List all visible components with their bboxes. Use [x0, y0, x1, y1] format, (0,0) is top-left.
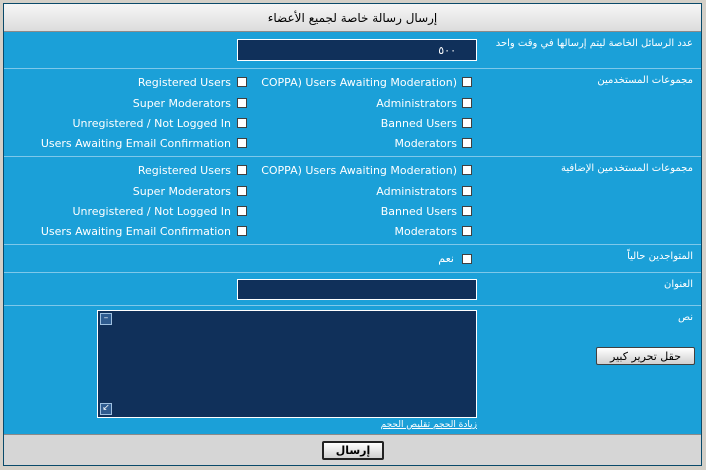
form-title: إرسال رسالة خاصة لجميع الأعضاء — [4, 4, 701, 32]
message-label: نص — [677, 312, 693, 323]
extra-group-option-banned-users: Banned Users — [380, 205, 457, 218]
extra-group-option-moderators: Moderators — [394, 225, 457, 238]
textarea-resize-handle[interactable]: ↙ — [100, 403, 112, 415]
send-pm-form: إرسال رسالة خاصة لجميع الأعضاء عدد الرسا… — [3, 3, 702, 466]
extra-group-option-coppa: COPPA) Users Awaiting Moderation) — [261, 164, 457, 177]
extra-group-checkbox-moderators[interactable] — [462, 226, 472, 236]
group-option-coppa: COPPA) Users Awaiting Moderation) — [261, 76, 457, 89]
batch-size-input[interactable] — [237, 39, 477, 61]
row-subject: العنوان — [4, 273, 701, 306]
group-checkbox-coppa[interactable] — [462, 77, 472, 87]
user-groups-label: مجموعات المستخدمين — [597, 75, 693, 86]
group-option-unregistered: Unregistered / Not Logged In — [72, 117, 231, 130]
textarea-top-handle[interactable]: – — [100, 313, 112, 325]
increase-size-link[interactable]: زيادة الحجم — [433, 420, 477, 430]
group-option-awaiting-email: Users Awaiting Email Confirmation — [40, 137, 231, 150]
row-online-now: المتواجدين حالياً نعم — [4, 245, 701, 273]
extra-group-option-super-moderators: Super Moderators — [132, 185, 231, 198]
extra-group-option-unregistered: Unregistered / Not Logged In — [72, 205, 231, 218]
group-option-banned-users: Banned Users — [380, 117, 457, 130]
online-now-option: نعم — [438, 252, 454, 265]
resize-links: زيادة الحجم تقليص الحجم — [381, 420, 477, 430]
online-now-checkbox[interactable] — [462, 254, 472, 264]
batch-size-label: عدد الرسائل الخاصة ليتم إرسالها في وقت و… — [495, 38, 693, 49]
group-checkbox-moderators[interactable] — [462, 138, 472, 148]
group-checkbox-super-moderators[interactable] — [237, 98, 247, 108]
group-checkbox-administrators[interactable] — [462, 98, 472, 108]
group-checkbox-registered-users[interactable] — [237, 77, 247, 87]
extra-group-checkbox-banned-users[interactable] — [462, 206, 472, 216]
group-option-administrators: Administrators — [376, 97, 457, 110]
group-option-super-moderators: Super Moderators — [132, 97, 231, 110]
extra-group-checkbox-coppa[interactable] — [462, 165, 472, 175]
row-message: نص – ↙ زيادة الحجم تقليص الحجم حقل تحرير… — [4, 306, 701, 434]
extra-group-checkbox-registered-users[interactable] — [237, 165, 247, 175]
extra-groups-label: مجموعات المستخدمين الإضافية — [561, 163, 693, 174]
subject-input[interactable] — [237, 279, 477, 300]
submit-button[interactable]: إرسال — [322, 441, 384, 460]
row-extra-groups: مجموعات المستخدمين الإضافية Registered U… — [4, 157, 701, 245]
group-checkbox-unregistered[interactable] — [237, 118, 247, 128]
extra-group-checkbox-super-moderators[interactable] — [237, 186, 247, 196]
extra-group-option-administrators: Administrators — [376, 185, 457, 198]
subject-label: العنوان — [664, 279, 693, 290]
message-textarea[interactable] — [97, 310, 477, 418]
extra-group-checkbox-awaiting-email[interactable] — [237, 226, 247, 236]
extra-group-checkbox-unregistered[interactable] — [237, 206, 247, 216]
extra-group-option-awaiting-email: Users Awaiting Email Confirmation — [40, 225, 231, 238]
group-option-moderators: Moderators — [394, 137, 457, 150]
row-user-groups: مجموعات المستخدمين Registered Users Supe… — [4, 69, 701, 157]
extra-group-checkbox-administrators[interactable] — [462, 186, 472, 196]
form-footer: إرسال — [4, 434, 701, 465]
group-checkbox-banned-users[interactable] — [462, 118, 472, 128]
large-editor-button[interactable]: حقل تحرير كبير — [596, 347, 695, 365]
decrease-size-link[interactable]: تقليص الحجم — [381, 420, 431, 430]
group-checkbox-awaiting-email[interactable] — [237, 138, 247, 148]
row-batch-size: عدد الرسائل الخاصة ليتم إرسالها في وقت و… — [4, 32, 701, 69]
online-now-label: المتواجدين حالياً — [627, 251, 693, 262]
group-option-registered-users: Registered Users — [137, 76, 231, 89]
extra-group-option-registered-users: Registered Users — [137, 164, 231, 177]
